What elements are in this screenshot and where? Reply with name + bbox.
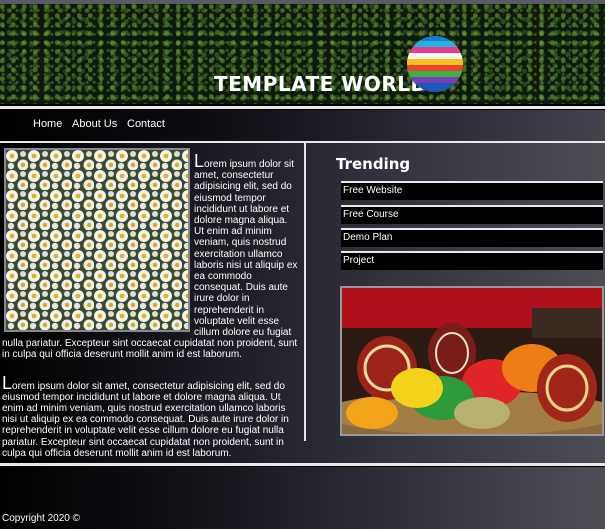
daisy-flowers-photo	[4, 148, 190, 332]
article-paragraph-2: Lorem ipsum dolor sit amet, consectetur …	[2, 361, 300, 459]
copyright-text: Copyright 2020 ©	[2, 513, 80, 524]
nav-home-link[interactable]: Home	[33, 118, 62, 130]
main-content: Lorem ipsum dolor sit amet, consectetur …	[0, 143, 605, 465]
nav-about-link[interactable]: About Us	[72, 118, 117, 130]
paragraph-2-dropcap: L	[2, 372, 13, 393]
trending-item-project[interactable]: Project	[341, 251, 603, 270]
footer-divider	[0, 463, 605, 466]
header-divider	[0, 106, 605, 109]
main-nav: Home About Us Contact	[0, 110, 605, 142]
article-column: Lorem ipsum dolor sit amet, consectetur …	[0, 143, 302, 465]
paragraph-1-dropcap: L	[194, 151, 205, 171]
trending-item-free-course[interactable]: Free Course	[341, 205, 603, 224]
paragraph-2-text: orem ipsum dolor sit amet, consectetur a…	[2, 380, 289, 459]
easter-eggs-basket-photo	[340, 286, 604, 436]
site-footer: Copyright 2020 ©	[0, 467, 605, 529]
site-title: TEMPLATE WORLD	[214, 72, 428, 96]
trending-item-demo-plan[interactable]: Demo Plan	[341, 228, 603, 247]
rainbow-striped-globe-icon	[407, 36, 463, 92]
trending-heading: Trending	[336, 155, 411, 173]
trending-item-free-website[interactable]: Free Website	[341, 181, 603, 200]
column-divider	[304, 143, 306, 441]
site-header: TEMPLATE WORLD	[0, 4, 605, 104]
nav-contact-link[interactable]: Contact	[127, 118, 165, 130]
